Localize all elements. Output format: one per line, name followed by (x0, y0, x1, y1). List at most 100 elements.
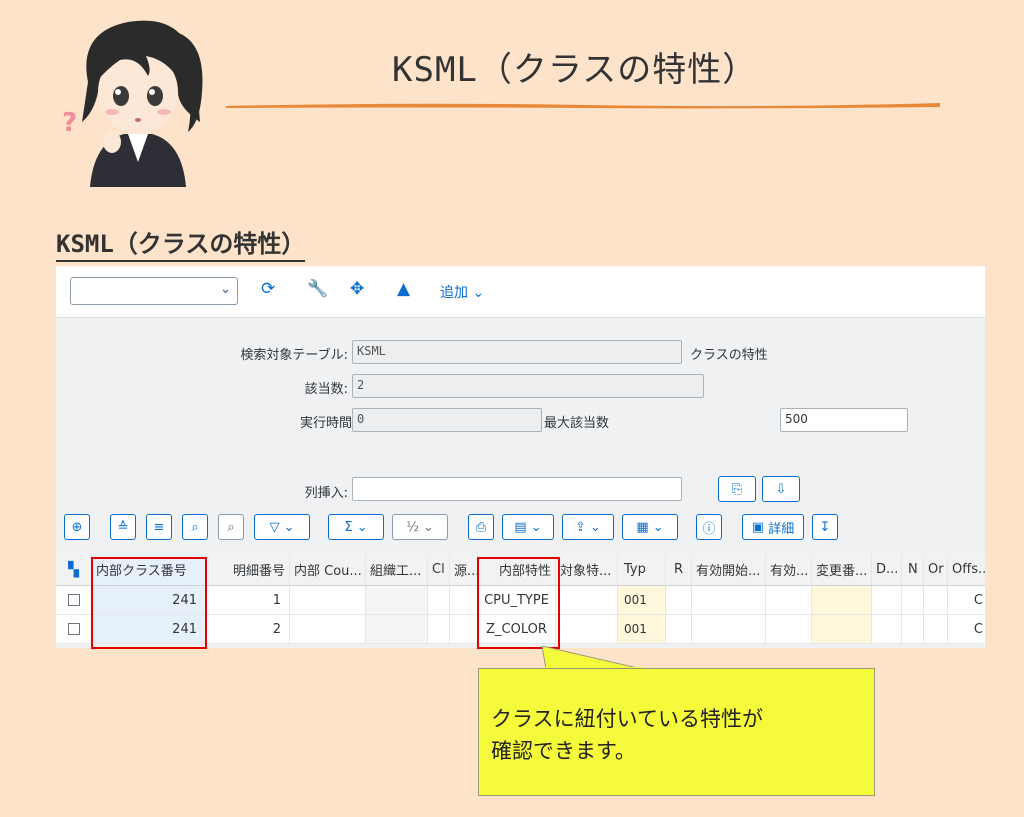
empty-cell (766, 615, 812, 643)
column-header[interactable]: 対象特... (556, 554, 618, 585)
search-button[interactable]: ⌕ (182, 514, 208, 540)
column-header[interactable]: Typ (618, 554, 666, 585)
empty-cell (872, 615, 902, 643)
filter-icon: ▽ ⌄ (269, 519, 295, 535)
sort-desc-icon: ≡ (153, 519, 165, 535)
column-header[interactable]: 変更番... (812, 554, 872, 585)
puzzle-icon[interactable]: ✥ (350, 279, 364, 299)
filter-button[interactable]: ▽ ⌄ (254, 514, 310, 540)
empty-cell (366, 586, 428, 614)
empty-cell (428, 586, 450, 614)
column-header[interactable]: R (666, 554, 692, 585)
triangle-icon[interactable]: ▲ (397, 279, 410, 299)
column-insert-field[interactable] (352, 477, 682, 501)
print-icon: ⎙ (475, 519, 487, 535)
runtime-field[interactable]: 0 (352, 408, 542, 432)
brush-underline (226, 103, 940, 109)
callout-box: クラスに紐付いている特性が 確認できます。 (478, 668, 875, 796)
graphic-button[interactable]: ↧ (812, 514, 838, 540)
empty-cell (812, 586, 872, 614)
column-header[interactable]: 源... (450, 554, 478, 585)
sort-descending-button[interactable]: ≡ (146, 514, 172, 540)
highlight-class-number (91, 557, 207, 649)
graphic-icon: ↧ (819, 519, 831, 535)
image-icon: ▣ (751, 519, 765, 535)
wrench-icon[interactable]: 🔧 (307, 279, 328, 299)
type-cell: 001 (618, 586, 666, 614)
sum-icon: Σ ⌄ (344, 519, 368, 535)
row-checkbox[interactable] (56, 586, 92, 614)
empty-cell (902, 615, 924, 643)
sort-asc-icon: ≙ (117, 519, 129, 535)
empty-cell (666, 615, 692, 643)
avatar (82, 20, 203, 187)
paste-icon: ⇩ (775, 481, 787, 497)
copy-column-button[interactable]: ⎘ (718, 476, 756, 502)
empty-cell (692, 586, 766, 614)
sort-ascending-button[interactable]: ≙ (110, 514, 136, 540)
sum-button[interactable]: Σ ⌄ (328, 514, 384, 540)
empty-cell (556, 615, 618, 643)
empty-cell (812, 615, 872, 643)
column-header[interactable]: Or (924, 554, 948, 585)
item-number-cell: 2 (206, 615, 290, 643)
export-button[interactable]: ⇪ ⌄ (562, 514, 614, 540)
view-icon: ▤ ⌄ (514, 519, 542, 535)
highlight-characteristic (477, 557, 560, 649)
info-icon: ⓘ (702, 521, 716, 537)
layout-button[interactable]: ▦ ⌄ (622, 514, 678, 540)
table-field[interactable]: KSML (352, 340, 682, 364)
empty-cell (428, 615, 450, 643)
empty-cell (924, 615, 948, 643)
column-header[interactable]: 組織工... (366, 554, 428, 585)
column-header[interactable]: Offs... (948, 554, 985, 585)
print-button[interactable]: ⎙ (468, 514, 494, 540)
empty-cell (450, 586, 478, 614)
detail-label: 詳細 (768, 521, 795, 537)
layout-icon: ▦ ⌄ (636, 519, 664, 535)
table-label: 検索対象テーブル: (240, 348, 348, 363)
subtotal-button[interactable]: ½ ⌄ (392, 514, 448, 540)
info-button[interactable]: ⓘ (696, 514, 722, 540)
chevron-down-icon: ⌄ (220, 282, 231, 297)
empty-cell (366, 615, 428, 643)
add-menu-button[interactable]: 追加 ⌄ (440, 282, 484, 302)
callout-text: クラスに紐付いている特性が 確認できます。 (491, 703, 763, 767)
column-header[interactable]: Cl (428, 554, 450, 585)
empty-cell (450, 615, 478, 643)
subtotal-icon: ½ ⌄ (406, 519, 434, 535)
view-button[interactable]: ▤ ⌄ (502, 514, 554, 540)
search-plus-icon: ⌕ (227, 519, 235, 535)
variant-dropdown[interactable]: ⌄ (70, 277, 238, 305)
empty-cell (872, 586, 902, 614)
max-hits-field[interactable]: 500 (780, 408, 908, 432)
empty-cell (290, 615, 366, 643)
detail-button[interactable]: ▣ 詳細 (742, 514, 804, 540)
hits-field[interactable]: 2 (352, 374, 704, 398)
search-icon: ⌕ (191, 519, 199, 535)
column-header[interactable]: 有効... (766, 554, 812, 585)
column-header[interactable]: 明細番号 (206, 554, 290, 585)
column-header[interactable]: 有効開始... (692, 554, 766, 585)
column-header[interactable]: 内部 Cou... (290, 554, 366, 585)
row-checkbox[interactable] (56, 615, 92, 643)
item-number-cell: 1 (206, 586, 290, 614)
empty-cell (766, 586, 812, 614)
empty-cell (692, 615, 766, 643)
copy-icon: ⎘ (731, 481, 743, 497)
section-title: KSML（クラスの特性） (56, 224, 306, 262)
empty-cell (902, 586, 924, 614)
refresh-icon[interactable]: ⟳ (261, 279, 275, 299)
search-next-button[interactable]: ⌕ (218, 514, 244, 540)
select-all-icon[interactable]: ▚ (56, 554, 92, 585)
callout-line-2: 確認できます。 (491, 739, 636, 763)
paste-column-button[interactable]: ⇩ (762, 476, 800, 502)
zoom-button[interactable]: ⊕ (64, 514, 90, 540)
column-header[interactable]: N (902, 554, 924, 585)
add-label: 追加 (440, 285, 468, 301)
callout-line-1: クラスに紐付いている特性が (491, 707, 763, 731)
empty-cell (290, 586, 366, 614)
max-hits-label: 最大該当数 (544, 416, 610, 431)
offset-cell: C (973, 621, 983, 637)
column-header[interactable]: D... (872, 554, 902, 585)
